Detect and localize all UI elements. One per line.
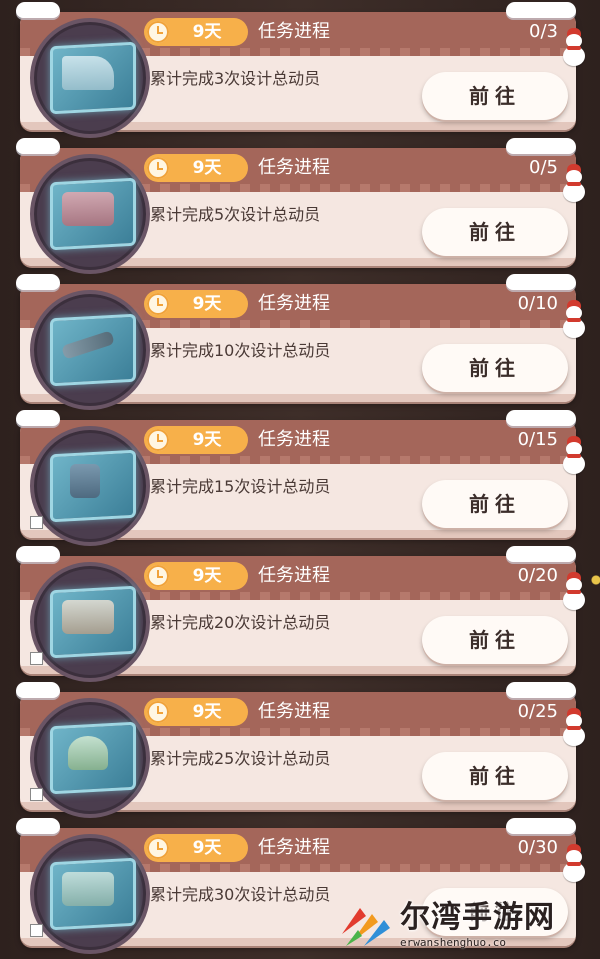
go-button[interactable]: 前往 xyxy=(422,72,568,120)
progress-label: 任务进程 xyxy=(258,565,330,586)
snowman-icon xyxy=(562,434,586,474)
progress-label: 任务进程 xyxy=(258,157,330,178)
furniture-thumbnail xyxy=(30,834,150,954)
snow-decoration xyxy=(506,682,576,698)
go-button[interactable]: 前往 xyxy=(422,480,568,528)
snow-decoration xyxy=(16,682,60,698)
progress-count: 0/10 xyxy=(517,293,558,314)
snow-decoration xyxy=(16,546,60,562)
task-description: 累计完成5次设计总动员 xyxy=(150,205,321,224)
go-button[interactable]: 前往 xyxy=(422,208,568,256)
select-checkbox[interactable] xyxy=(30,924,43,937)
task-card: 9天 任务进程 0/20 累计完成20次设计总动员 前往 xyxy=(14,546,585,682)
progress-count: 0/3 xyxy=(529,21,558,42)
furniture-thumbnail xyxy=(30,698,150,818)
snow-decoration xyxy=(506,274,576,290)
time-remaining-badge: 9天 xyxy=(144,562,248,590)
time-remaining-text: 9天 xyxy=(192,430,222,450)
time-remaining-badge: 9天 xyxy=(144,834,248,862)
clock-icon xyxy=(147,429,169,451)
snow-decoration xyxy=(506,410,576,426)
furniture-thumbnail xyxy=(30,290,150,410)
snowman-icon xyxy=(562,842,586,882)
task-card: 9天 任务进程 0/25 累计完成25次设计总动员 前往 xyxy=(14,682,585,818)
snowman-icon xyxy=(562,298,586,338)
snow-decoration xyxy=(16,818,60,834)
go-button[interactable]: 前往 xyxy=(422,344,568,392)
progress-label: 任务进程 xyxy=(258,21,330,42)
snow-decoration xyxy=(506,818,576,834)
furniture-thumbnail xyxy=(30,562,150,682)
snowman-icon xyxy=(562,706,586,746)
time-remaining-badge: 9天 xyxy=(144,698,248,726)
task-card: 9天 任务进程 0/5 累计完成5次设计总动员 前往 xyxy=(14,138,585,274)
task-card: 9天 任务进程 0/15 累计完成15次设计总动员 前往 xyxy=(14,410,585,546)
time-remaining-badge: 9天 xyxy=(144,18,248,46)
clock-icon xyxy=(147,565,169,587)
furniture-thumbnail xyxy=(30,18,150,138)
time-remaining-text: 9天 xyxy=(192,838,222,858)
progress-count: 0/15 xyxy=(517,429,558,450)
select-checkbox[interactable] xyxy=(30,652,43,665)
furniture-thumbnail xyxy=(30,426,150,546)
snow-decoration xyxy=(506,138,576,154)
task-card: 9天 任务进程 0/3 累计完成3次设计总动员 前往 xyxy=(14,2,585,138)
go-button[interactable]: 前往 xyxy=(422,616,568,664)
progress-label: 任务进程 xyxy=(258,701,330,722)
watermark-title: 尔湾手游网 xyxy=(400,900,555,935)
clock-icon xyxy=(147,701,169,723)
clock-icon xyxy=(147,293,169,315)
progress-label: 任务进程 xyxy=(258,837,330,858)
clock-icon xyxy=(147,21,169,43)
task-description: 累计完成25次设计总动员 xyxy=(150,749,331,768)
go-button[interactable]: 前往 xyxy=(422,752,568,800)
task-description: 累计完成15次设计总动员 xyxy=(150,477,331,496)
progress-label: 任务进程 xyxy=(258,293,330,314)
snowman-icon xyxy=(562,26,586,66)
snowman-icon xyxy=(562,570,586,610)
snow-decoration xyxy=(16,410,60,426)
snow-decoration xyxy=(16,274,60,290)
time-remaining-text: 9天 xyxy=(192,22,222,42)
progress-label: 任务进程 xyxy=(258,429,330,450)
clock-icon xyxy=(147,837,169,859)
site-watermark: 尔湾手游网 erwanshenghuo.co xyxy=(338,888,600,959)
watermark-url: erwanshenghuo.co xyxy=(400,936,506,949)
progress-count: 0/5 xyxy=(529,157,558,178)
task-card: 9天 任务进程 0/10 累计完成10次设计总动员 前往 xyxy=(14,274,585,410)
select-checkbox[interactable] xyxy=(30,788,43,801)
snow-decoration xyxy=(506,546,576,562)
task-description: 累计完成10次设计总动员 xyxy=(150,341,331,360)
snow-decoration xyxy=(16,138,60,154)
select-checkbox[interactable] xyxy=(30,516,43,529)
task-description: 累计完成20次设计总动员 xyxy=(150,613,331,632)
time-remaining-badge: 9天 xyxy=(144,154,248,182)
time-remaining-text: 9天 xyxy=(192,158,222,178)
progress-count: 0/30 xyxy=(517,837,558,858)
time-remaining-text: 9天 xyxy=(192,294,222,314)
task-description: 累计完成30次设计总动员 xyxy=(150,885,331,904)
snowman-icon xyxy=(562,162,586,202)
site-logo-icon xyxy=(342,908,390,946)
furniture-thumbnail xyxy=(30,154,150,274)
time-remaining-text: 9天 xyxy=(192,566,222,586)
task-description: 累计完成3次设计总动员 xyxy=(150,69,321,88)
progress-count: 0/20 xyxy=(517,565,558,586)
snow-decoration xyxy=(506,2,576,18)
clock-icon xyxy=(147,157,169,179)
time-remaining-badge: 9天 xyxy=(144,426,248,454)
progress-count: 0/25 xyxy=(517,701,558,722)
time-remaining-text: 9天 xyxy=(192,702,222,722)
snow-decoration xyxy=(16,2,60,18)
time-remaining-badge: 9天 xyxy=(144,290,248,318)
